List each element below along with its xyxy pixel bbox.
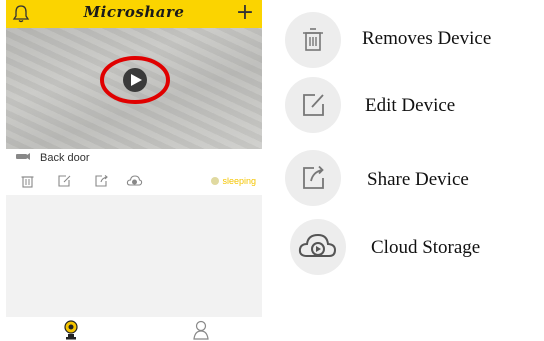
camera-preview[interactable] — [6, 28, 262, 149]
cloud-play-icon[interactable] — [126, 174, 143, 188]
status-dot — [211, 177, 220, 185]
legend-label-cloud: Cloud Storage — [371, 237, 481, 258]
trash-icon — [303, 28, 323, 51]
status-badge: sleeping — [211, 176, 256, 186]
edit-icon[interactable] — [56, 174, 73, 188]
legend-label-remove: Removes Device — [362, 28, 492, 49]
legend-share-badge — [285, 150, 341, 206]
edit-icon — [303, 94, 324, 116]
legend-cloud-badge — [290, 219, 346, 275]
nav-camera-icon[interactable] — [63, 320, 79, 340]
legend-trash-badge — [285, 12, 341, 68]
play-highlight[interactable] — [99, 55, 171, 105]
cloud-play-icon — [298, 233, 337, 257]
camera-icon — [16, 153, 30, 160]
app-title: Microshare — [83, 3, 185, 21]
legend-label-edit: Edit Device — [365, 95, 456, 116]
device-name: Back door — [40, 152, 90, 164]
trash-icon[interactable] — [19, 174, 36, 188]
share-icon — [303, 165, 324, 189]
device-card[interactable]: Back door sleeping — [6, 149, 262, 195]
status-text: sleeping — [222, 176, 256, 186]
top-bar: Microshare + — [6, 0, 262, 28]
phone-screen: Microshare + Back door sleeping — [6, 0, 262, 341]
share-icon[interactable] — [93, 174, 110, 188]
legend-edit-badge — [285, 77, 341, 133]
legend-label-share: Share Device — [367, 169, 469, 190]
add-device-icon[interactable]: + — [234, 0, 256, 26]
bottom-nav — [6, 317, 262, 341]
nav-user-icon[interactable] — [192, 320, 210, 340]
